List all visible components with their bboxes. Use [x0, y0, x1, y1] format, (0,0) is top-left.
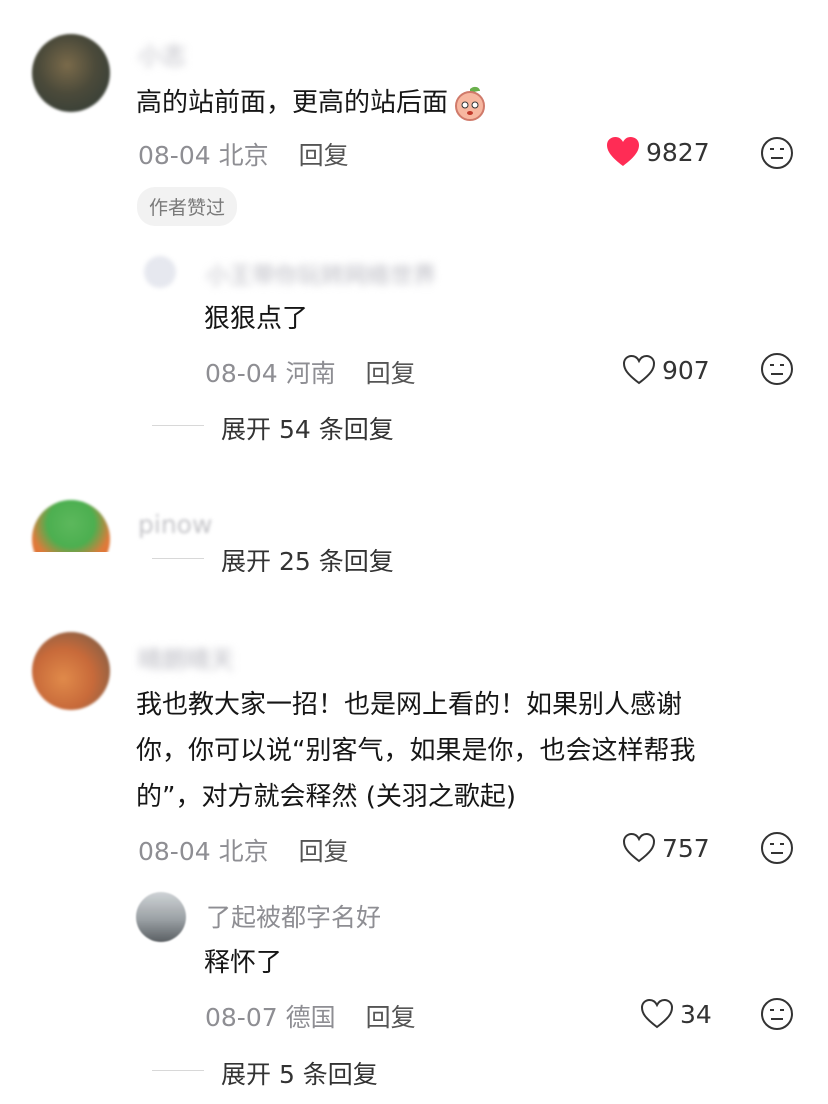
comment-text: 高的站前面，更高的站后面 — [136, 80, 490, 126]
divider — [152, 1070, 204, 1071]
dislike-face-icon[interactable] — [760, 831, 794, 865]
comment: pinow — [0, 470, 828, 552]
reply-meta: 08-04 河南 回复 — [205, 354, 416, 390]
heart-outline-icon — [640, 998, 674, 1029]
reply-text: 释怀了 — [204, 948, 283, 978]
avatar[interactable] — [32, 500, 110, 552]
username[interactable]: 小志 — [138, 36, 186, 71]
avatar[interactable] — [144, 256, 176, 288]
username[interactable]: 小王带你玩转网络世界 — [206, 256, 436, 290]
comment-text-line: 你，你可以说“别客气，如果是你，也会这样帮我 — [136, 736, 696, 766]
username[interactable]: 晴朗晴天 — [138, 640, 234, 675]
reply-button[interactable]: 回复 — [299, 141, 349, 170]
like-count: 907 — [662, 355, 710, 385]
peach-emoji-icon — [455, 86, 486, 121]
reply-location: 德国 — [285, 1003, 336, 1032]
like-count: 34 — [680, 999, 712, 1029]
comment-text-line: 的”，对方就会释然 (关羽之歌起) — [136, 782, 517, 812]
reply-meta: 08-07 德国 回复 — [205, 998, 416, 1034]
like-button[interactable]: 9827 — [606, 136, 710, 168]
like-count: 9827 — [646, 137, 710, 167]
comment-expand-strip: 展开 25 条回复 — [0, 546, 828, 572]
divider — [152, 558, 204, 559]
dislike-face-icon[interactable] — [760, 352, 794, 386]
author-liked-badge: 作者赞过 — [137, 187, 238, 226]
like-count: 757 — [662, 833, 710, 863]
comment-meta: 08-04 北京 回复 — [138, 832, 349, 868]
heart-outline-icon — [622, 832, 656, 863]
heart-outline-icon — [622, 354, 656, 385]
expand-replies-button[interactable]: 展开 25 条回复 — [221, 546, 394, 572]
reply-location: 河南 — [285, 359, 336, 388]
comment-location: 北京 — [218, 141, 269, 170]
expand-replies-button[interactable]: 展开 54 条回复 — [221, 410, 394, 446]
dislike-face-icon[interactable] — [760, 136, 794, 170]
like-button[interactable]: 757 — [622, 832, 710, 864]
comment-meta: 08-04 北京 回复 — [138, 136, 349, 172]
comment-location: 北京 — [218, 837, 269, 866]
comment-text: 我也教大家一招！也是网上看的！如果别人感谢 你，你可以说“别客气，如果是你，也会… — [136, 682, 695, 820]
reply-button[interactable]: 回复 — [366, 359, 416, 388]
avatar[interactable] — [136, 892, 186, 942]
comment-date: 08-04 — [138, 837, 211, 866]
like-button[interactable]: 34 — [640, 998, 712, 1030]
reply-date: 08-07 — [205, 1003, 278, 1032]
reply-button[interactable]: 回复 — [366, 1003, 416, 1032]
comment-text-line: 我也教大家一招！也是网上看的！如果别人感谢 — [136, 690, 683, 720]
expand-replies-button[interactable]: 展开 5 条回复 — [221, 1055, 378, 1091]
reply-button[interactable]: 回复 — [299, 837, 349, 866]
reply-text: 狠狠点了 — [204, 304, 309, 334]
avatar[interactable] — [32, 632, 110, 710]
username[interactable]: pinow — [138, 510, 212, 539]
username[interactable]: 了起被都字名好 — [206, 898, 381, 934]
comment-date: 08-04 — [138, 141, 211, 170]
reply-date: 08-04 — [205, 359, 278, 388]
divider — [152, 425, 204, 426]
like-button[interactable]: 907 — [622, 354, 710, 386]
avatar[interactable] — [32, 34, 110, 112]
dislike-face-icon[interactable] — [760, 997, 794, 1031]
heart-icon — [607, 137, 639, 166]
